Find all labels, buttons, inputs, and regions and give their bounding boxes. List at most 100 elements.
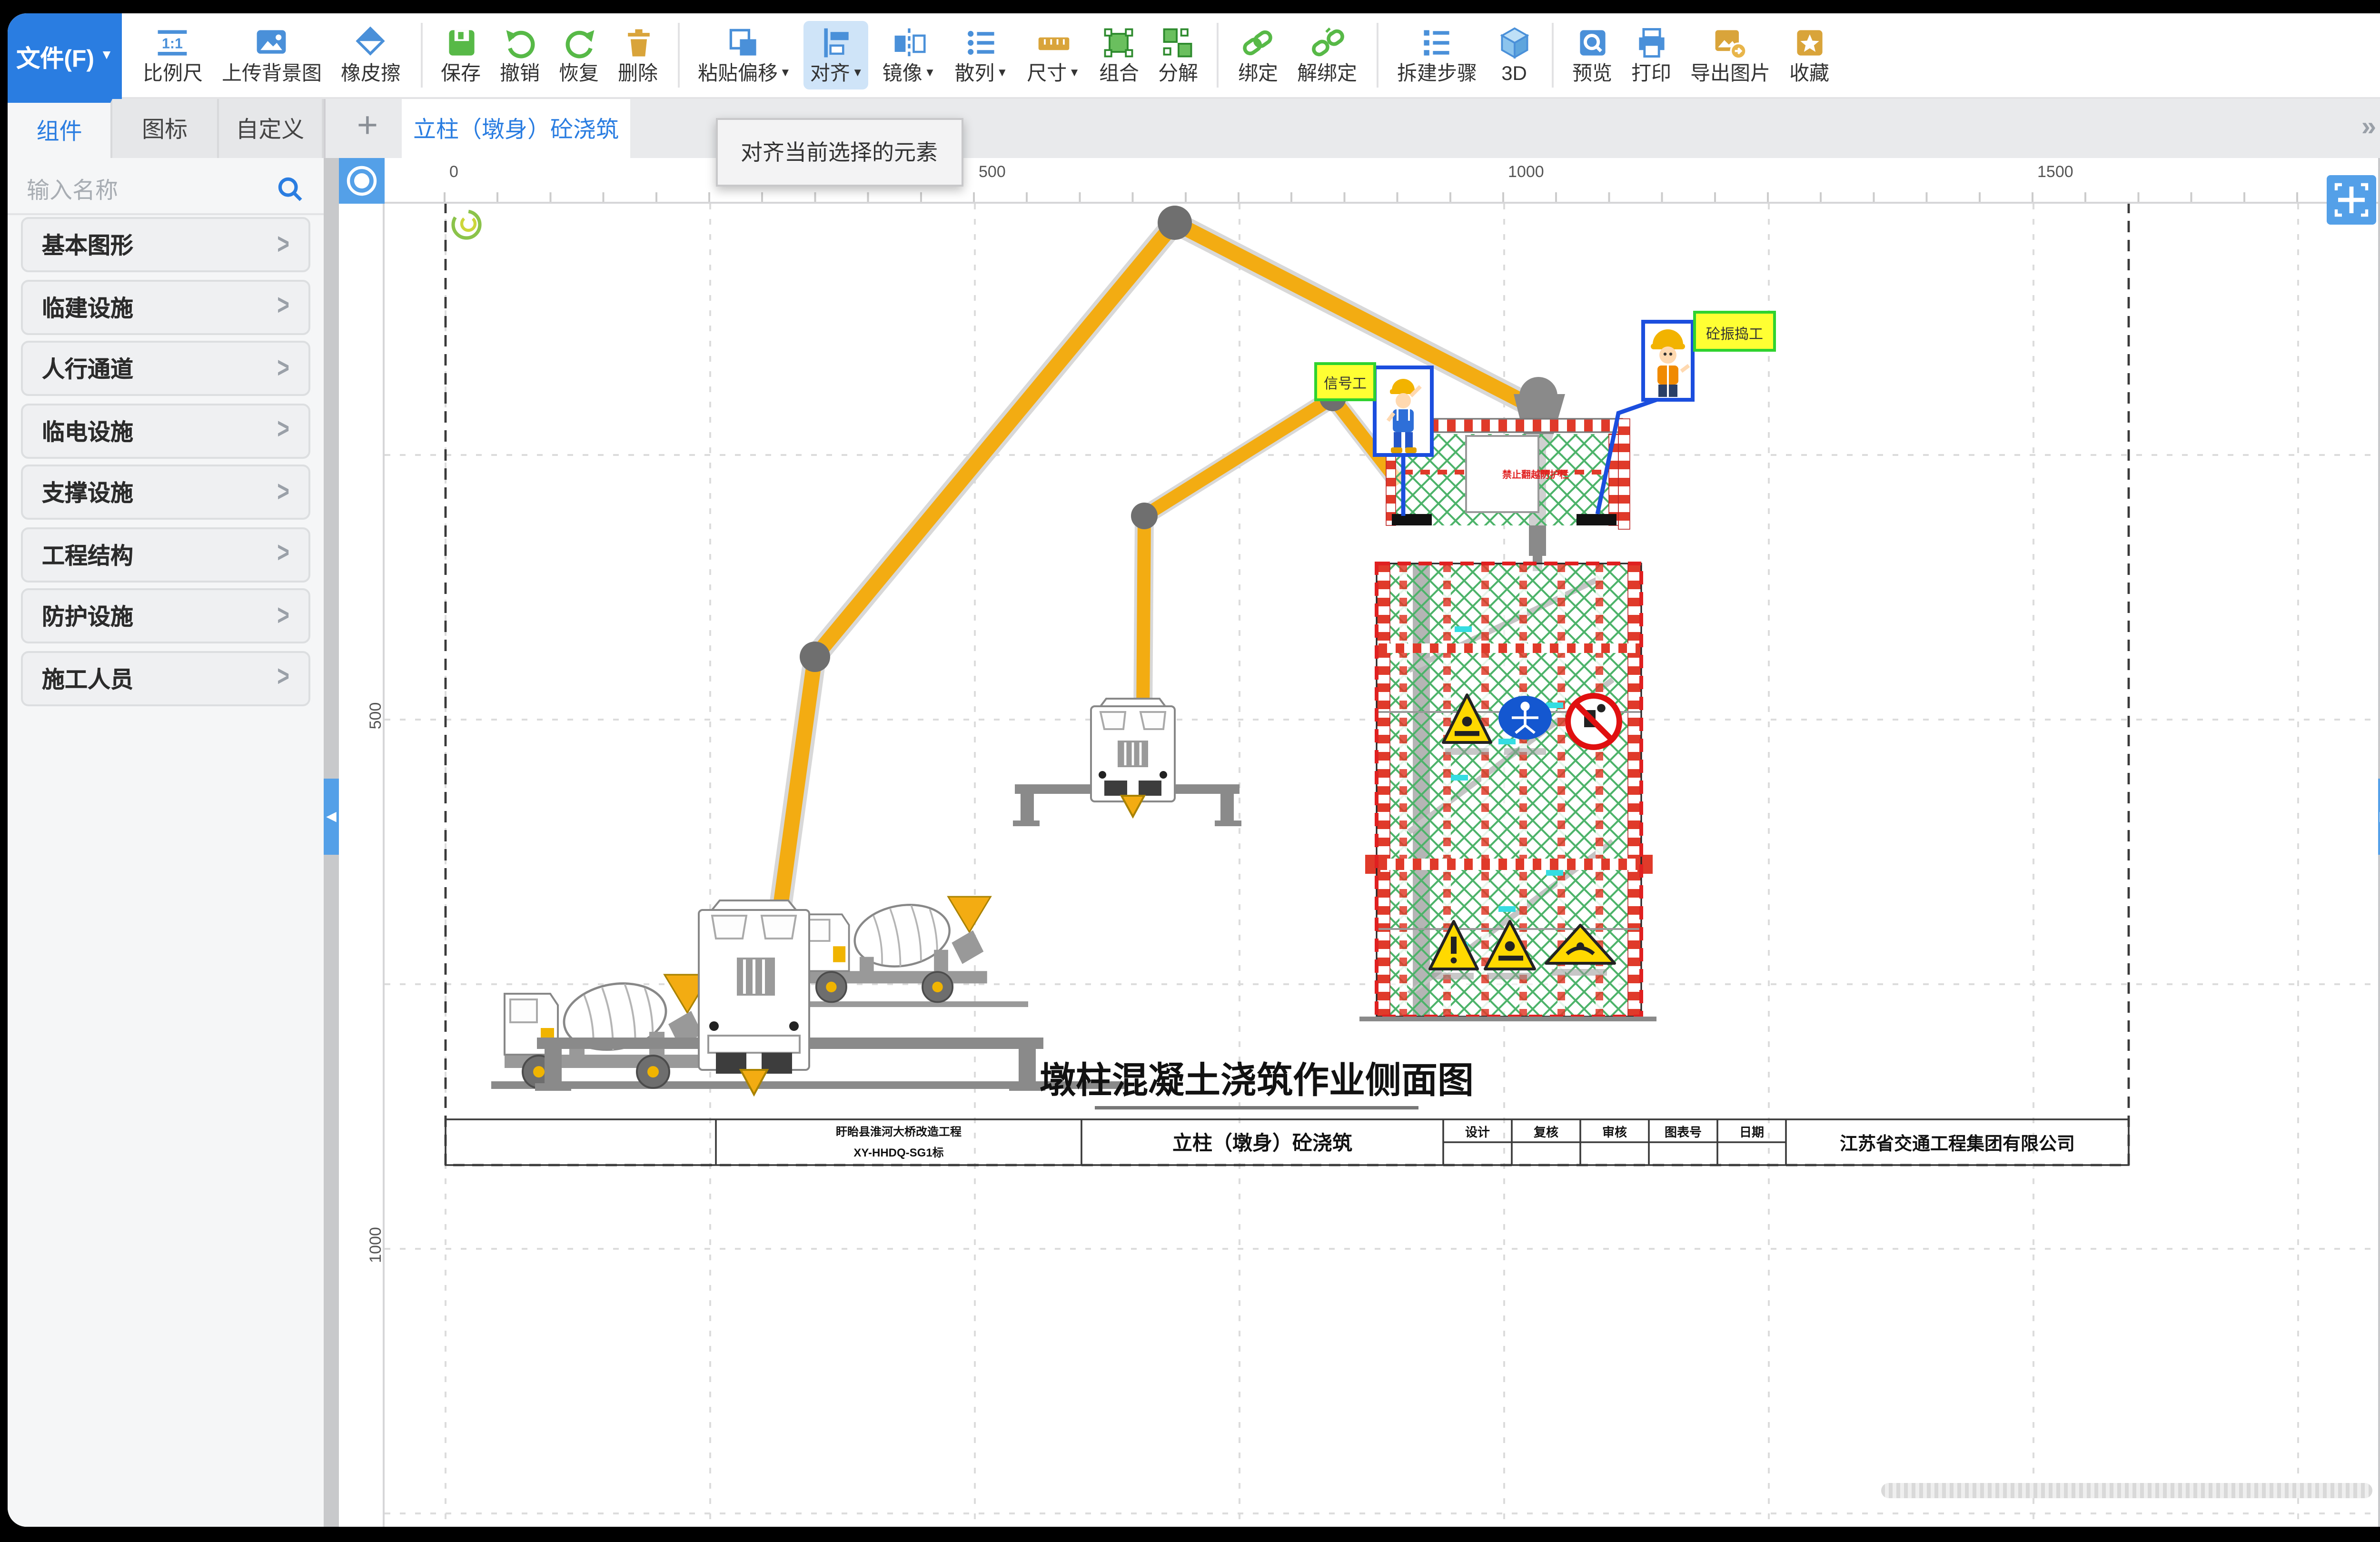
- save-button[interactable]: 保存: [435, 20, 486, 90]
- worker-label: 砼振捣工: [1706, 326, 1763, 342]
- chain-broken-icon: [1309, 24, 1345, 60]
- trash-icon: [620, 24, 656, 60]
- drawing-title[interactable]: 墩柱混凝土浇筑作业侧面图: [1040, 1060, 1474, 1101]
- collapse-left-handle[interactable]: ◀: [324, 779, 339, 855]
- main-area: 输入名称 基本图形>临建设施>人行通道>临电设施>支撑设施>工程结构>防护设施>…: [8, 158, 2380, 1527]
- preview-button[interactable]: 预览: [1567, 20, 1618, 90]
- toolbar-item-label: 撤销: [500, 64, 540, 86]
- sidebar-category-label: 工程结构: [42, 538, 277, 570]
- align-tooltip: 对齐当前选择的元素: [716, 118, 962, 187]
- bind-button[interactable]: 绑定: [1232, 20, 1284, 90]
- chevron-right-icon: >: [277, 476, 289, 508]
- dropdown-arrow-icon: ▼: [924, 69, 936, 81]
- sidebar-category[interactable]: 基本图形>: [21, 217, 310, 272]
- dropdown-arrow-icon: ▼: [780, 69, 791, 81]
- tab-components[interactable]: 组件: [8, 99, 113, 158]
- search-box[interactable]: 输入名称: [8, 164, 324, 215]
- eraser-button[interactable]: 橡皮擦: [335, 20, 407, 90]
- chevron-down-icon: ▼: [100, 49, 113, 62]
- toolbar-item-label: 上传背景图: [222, 64, 322, 86]
- mirror-button[interactable]: 镜像▼: [877, 20, 942, 90]
- distribute-button[interactable]: 散列▼: [949, 20, 1013, 90]
- print-button[interactable]: 打印: [1626, 20, 1677, 90]
- tab-row: 组件 图标 自定义 + 立柱（墩身）砼浇筑 » 属性 图层: [8, 99, 2380, 158]
- sidebar-category-label: 临电设施: [42, 414, 277, 446]
- category-list: 基本图形>临建设施>人行通道>临电设施>支撑设施>工程结构>防护设施>施工人员>: [8, 217, 324, 712]
- sidebar-category[interactable]: 施工人员>: [21, 650, 310, 705]
- sidebar-category[interactable]: 人行通道>: [21, 341, 310, 396]
- toolbar-item-label: 解绑定: [1297, 64, 1357, 86]
- save-icon: [443, 24, 479, 60]
- file-menu-button[interactable]: 文件(F) ▼: [8, 13, 122, 98]
- sidebar-category-label: 防护设施: [42, 600, 277, 632]
- scale-ruler-button[interactable]: 1:1 比例尺: [137, 20, 208, 90]
- tab-custom[interactable]: 自定义: [218, 99, 324, 158]
- sidebar-category-label: 支撑设施: [42, 476, 277, 508]
- printer-icon: [1633, 24, 1669, 60]
- toolbar-item-label: 分解: [1158, 64, 1198, 86]
- document-tab[interactable]: 立柱（墩身）砼浇筑: [402, 99, 630, 158]
- chevron-right-icon: >: [277, 600, 289, 632]
- sidebar-category[interactable]: 防护设施>: [21, 588, 310, 643]
- company-name: 江苏省交通工程集团有限公司: [1840, 1134, 2075, 1154]
- sidebar-category[interactable]: 临电设施>: [21, 403, 310, 458]
- screen: 文件(F) ▼ 1:1 比例尺 上传背景图 橡皮擦 保存 撤销 恢复: [0, 0, 2380, 1542]
- ungroup-button[interactable]: 分解: [1152, 20, 1204, 90]
- delete-button[interactable]: 删除: [612, 20, 664, 90]
- chevron-right-icon: >: [277, 352, 289, 384]
- tab-overflow-button[interactable]: »: [2361, 110, 2376, 141]
- toolbar: 文件(F) ▼ 1:1 比例尺 上传背景图 橡皮擦 保存 撤销 恢复: [8, 13, 2380, 99]
- add-tab-button[interactable]: +: [348, 109, 387, 147]
- group-button[interactable]: 组合: [1093, 20, 1145, 90]
- toolbar-item-label: 组合: [1099, 64, 1139, 86]
- align-button[interactable]: 对齐▼: [804, 20, 869, 90]
- redo-button[interactable]: 恢复: [553, 20, 605, 90]
- dimension-button[interactable]: 尺寸▼: [1021, 20, 1086, 90]
- fit-view-button[interactable]: [2327, 175, 2376, 225]
- unbind-button[interactable]: 解绑定: [1291, 20, 1363, 90]
- sidebar-category[interactable]: 工程结构>: [21, 526, 310, 582]
- table-header: 图表号: [1665, 1125, 1702, 1139]
- toolbar-item-label: 粘贴偏移: [698, 64, 778, 86]
- toolbar-separator: [420, 23, 422, 88]
- table-header: 复核: [1534, 1125, 1558, 1139]
- horizontal-scrollbar[interactable]: [1881, 1483, 2372, 1498]
- drawing-name: 立柱（墩身）砼浇筑: [1172, 1132, 1352, 1154]
- file-menu-label: 文件(F): [16, 37, 94, 73]
- paste-offset-icon: [726, 24, 763, 60]
- search-input[interactable]: 输入名称: [27, 172, 276, 205]
- toolbar-item-label: 对齐: [810, 64, 850, 86]
- ruler-label: 500: [366, 687, 385, 744]
- sidebar-tabs: 组件 图标 自定义: [8, 99, 324, 158]
- ruler-origin-button[interactable]: [339, 158, 385, 204]
- drawing-region[interactable]: 禁止翻越防护栏: [385, 204, 2378, 1527]
- component-sidebar: 输入名称 基本图形>临建设施>人行通道>临电设施>支撑设施>工程结构>防护设施>…: [8, 158, 324, 1527]
- search-icon[interactable]: [276, 174, 305, 203]
- upload-background-button[interactable]: 上传背景图: [216, 20, 327, 90]
- project-name: 盱眙县淮河大桥改造工程: [836, 1125, 962, 1138]
- toolbar-item-label: 收藏: [1789, 64, 1829, 86]
- ruler-label: 0: [449, 162, 458, 181]
- undo-button[interactable]: 撤销: [494, 20, 545, 90]
- horizontal-ruler: 050010001500: [385, 158, 2378, 204]
- table-header: 日期: [1739, 1125, 1764, 1139]
- mirror-icon: [891, 24, 927, 60]
- favorite-button[interactable]: 收藏: [1784, 20, 1835, 90]
- eraser-icon: [353, 24, 389, 60]
- paste-offset-button[interactable]: 粘贴偏移▼: [692, 20, 797, 90]
- view-3d-button[interactable]: 3D: [1490, 20, 1538, 90]
- tab-icons[interactable]: 图标: [113, 99, 218, 158]
- chevron-right-icon: >: [277, 290, 289, 322]
- toolbar-item-label: 绑定: [1238, 64, 1278, 86]
- build-steps-button[interactable]: 拆建步骤: [1391, 20, 1483, 90]
- export-image-button[interactable]: 导出图片: [1685, 20, 1776, 90]
- cube-3d-icon: [1496, 24, 1532, 60]
- sidebar-category[interactable]: 临建设施>: [21, 279, 310, 334]
- document-tab-bar: + 立柱（墩身）砼浇筑 »: [324, 99, 2380, 158]
- star-icon: [1791, 24, 1827, 60]
- toolbar-separator: [1551, 23, 1553, 88]
- collapse-right-handle[interactable]: ▶: [2378, 779, 2380, 855]
- align-left-icon: [819, 24, 855, 60]
- sidebar-category[interactable]: 支撑设施>: [21, 465, 310, 520]
- toolbar-item-label: 删除: [618, 64, 658, 86]
